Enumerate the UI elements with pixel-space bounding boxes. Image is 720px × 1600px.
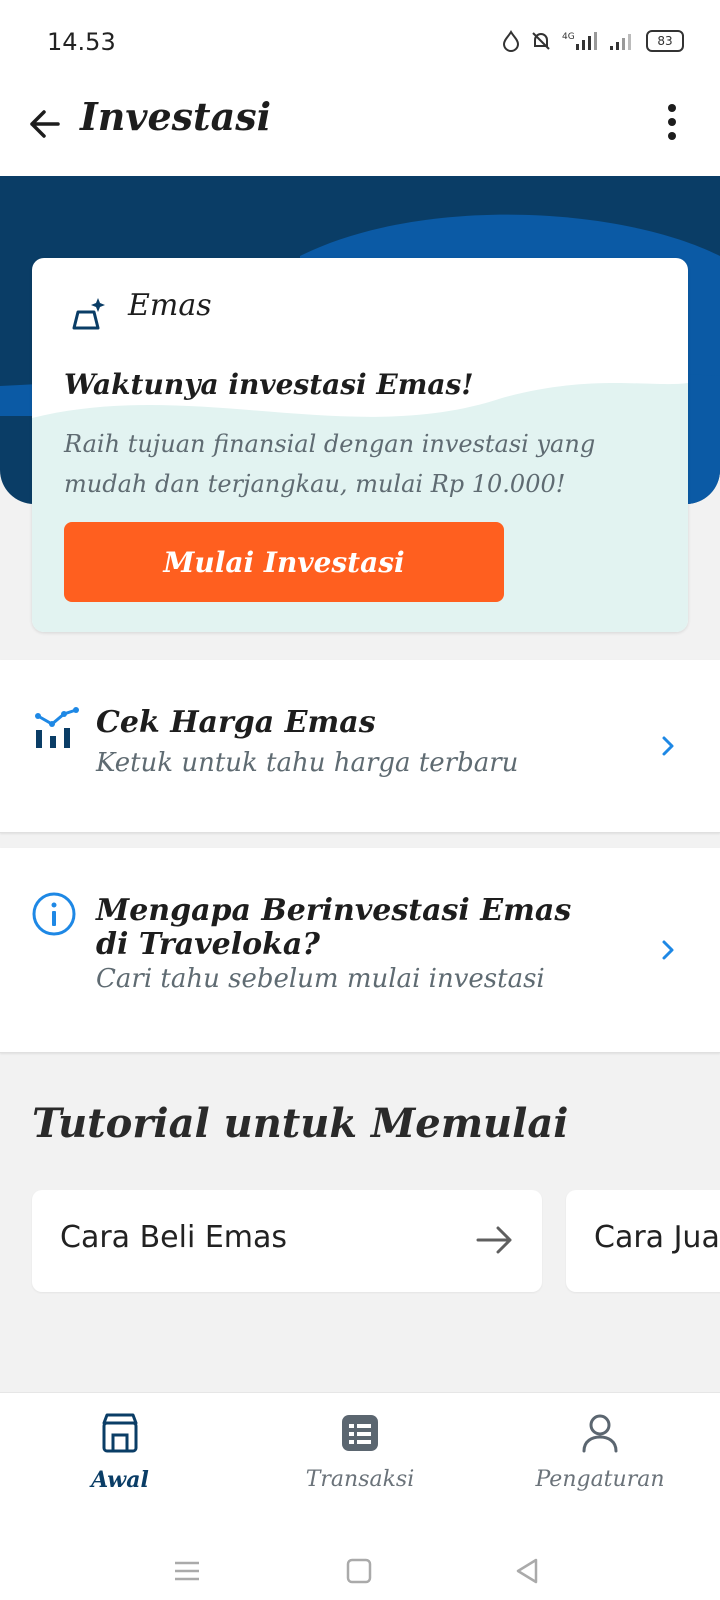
svg-text:4G: 4G [562,32,575,42]
bell-muted-icon [532,32,550,50]
tutorial-list: Cara Beli Emas Cara Jual [32,1190,720,1292]
status-time: 14.53 [47,28,116,56]
card-label: Emas [128,288,212,323]
card-content: Emas Waktunya investasi Emas! Raih tujua… [32,258,688,632]
nav-item-settings[interactable]: Pengaturan [510,1411,690,1492]
back-arrow-icon[interactable] [24,102,68,146]
app-bar: Investasi [0,84,720,176]
nav-label: Pengaturan [535,1467,665,1492]
nav-item-transactions[interactable]: Transaksi [270,1411,450,1492]
chevron-right-icon [662,736,674,756]
status-icons: 4G 83 [502,30,684,52]
arrow-right-icon [476,1226,512,1254]
back-triangle-icon[interactable] [512,1556,542,1586]
card-headline: Waktunya investasi Emas! [64,368,474,401]
tutorial-section-title: Tutorial untuk Memulai [32,1100,569,1147]
signal-icon [610,34,631,50]
gold-price-row[interactable]: Cek Harga Emas Ketuk untuk tahu harga te… [0,660,720,833]
row-subtitle: Cari tahu sebelum mulai investasi [96,964,545,994]
more-vertical-icon[interactable] [660,100,684,144]
start-investment-button[interactable]: Mulai Investasi [64,522,504,602]
tutorial-card-sell[interactable]: Cara Jual [566,1190,720,1292]
menu-icon[interactable] [172,1556,202,1586]
row-title: Mengapa Berinvestasi Emas di Traveloka? [96,893,572,962]
bar-chart-icon [35,707,79,748]
emas-promo-card: Emas Waktunya investasi Emas! Raih tujua… [32,258,688,632]
receipt-list-icon [342,1415,378,1451]
nav-label: Transaksi [305,1467,415,1492]
tutorial-label: Cara Beli Emas [60,1220,288,1255]
chevron-right-icon [662,940,674,960]
why-invest-row[interactable]: Mengapa Berinvestasi Emas di Traveloka? … [0,848,720,1053]
nav-item-home[interactable]: Awal [30,1411,210,1493]
card-description: Raih tujuan finansial dengan investasi y… [64,430,596,498]
status-bar: 14.53 4G 83 [0,0,720,84]
bottom-navigation: Awal Transaksi Pengaturan [0,1392,720,1543]
water-drop-icon [502,30,520,52]
store-icon [102,1413,138,1453]
row-title: Cek Harga Emas [96,705,376,740]
tutorial-card-buy[interactable]: Cara Beli Emas [32,1190,542,1292]
tutorial-label: Cara Jual [594,1220,720,1255]
user-icon [582,1414,618,1453]
page-title: Investasi [80,94,272,139]
home-square-icon[interactable] [344,1556,374,1586]
gold-bar-icon [72,298,105,330]
info-icon [32,892,76,936]
signal-4g-icon: 4G [562,32,597,50]
system-navigation-bar [0,1542,720,1600]
nav-label: Awal [91,1467,149,1493]
battery-indicator: 83 [646,30,684,52]
row-subtitle: Ketuk untuk tahu harga terbaru [96,748,519,778]
